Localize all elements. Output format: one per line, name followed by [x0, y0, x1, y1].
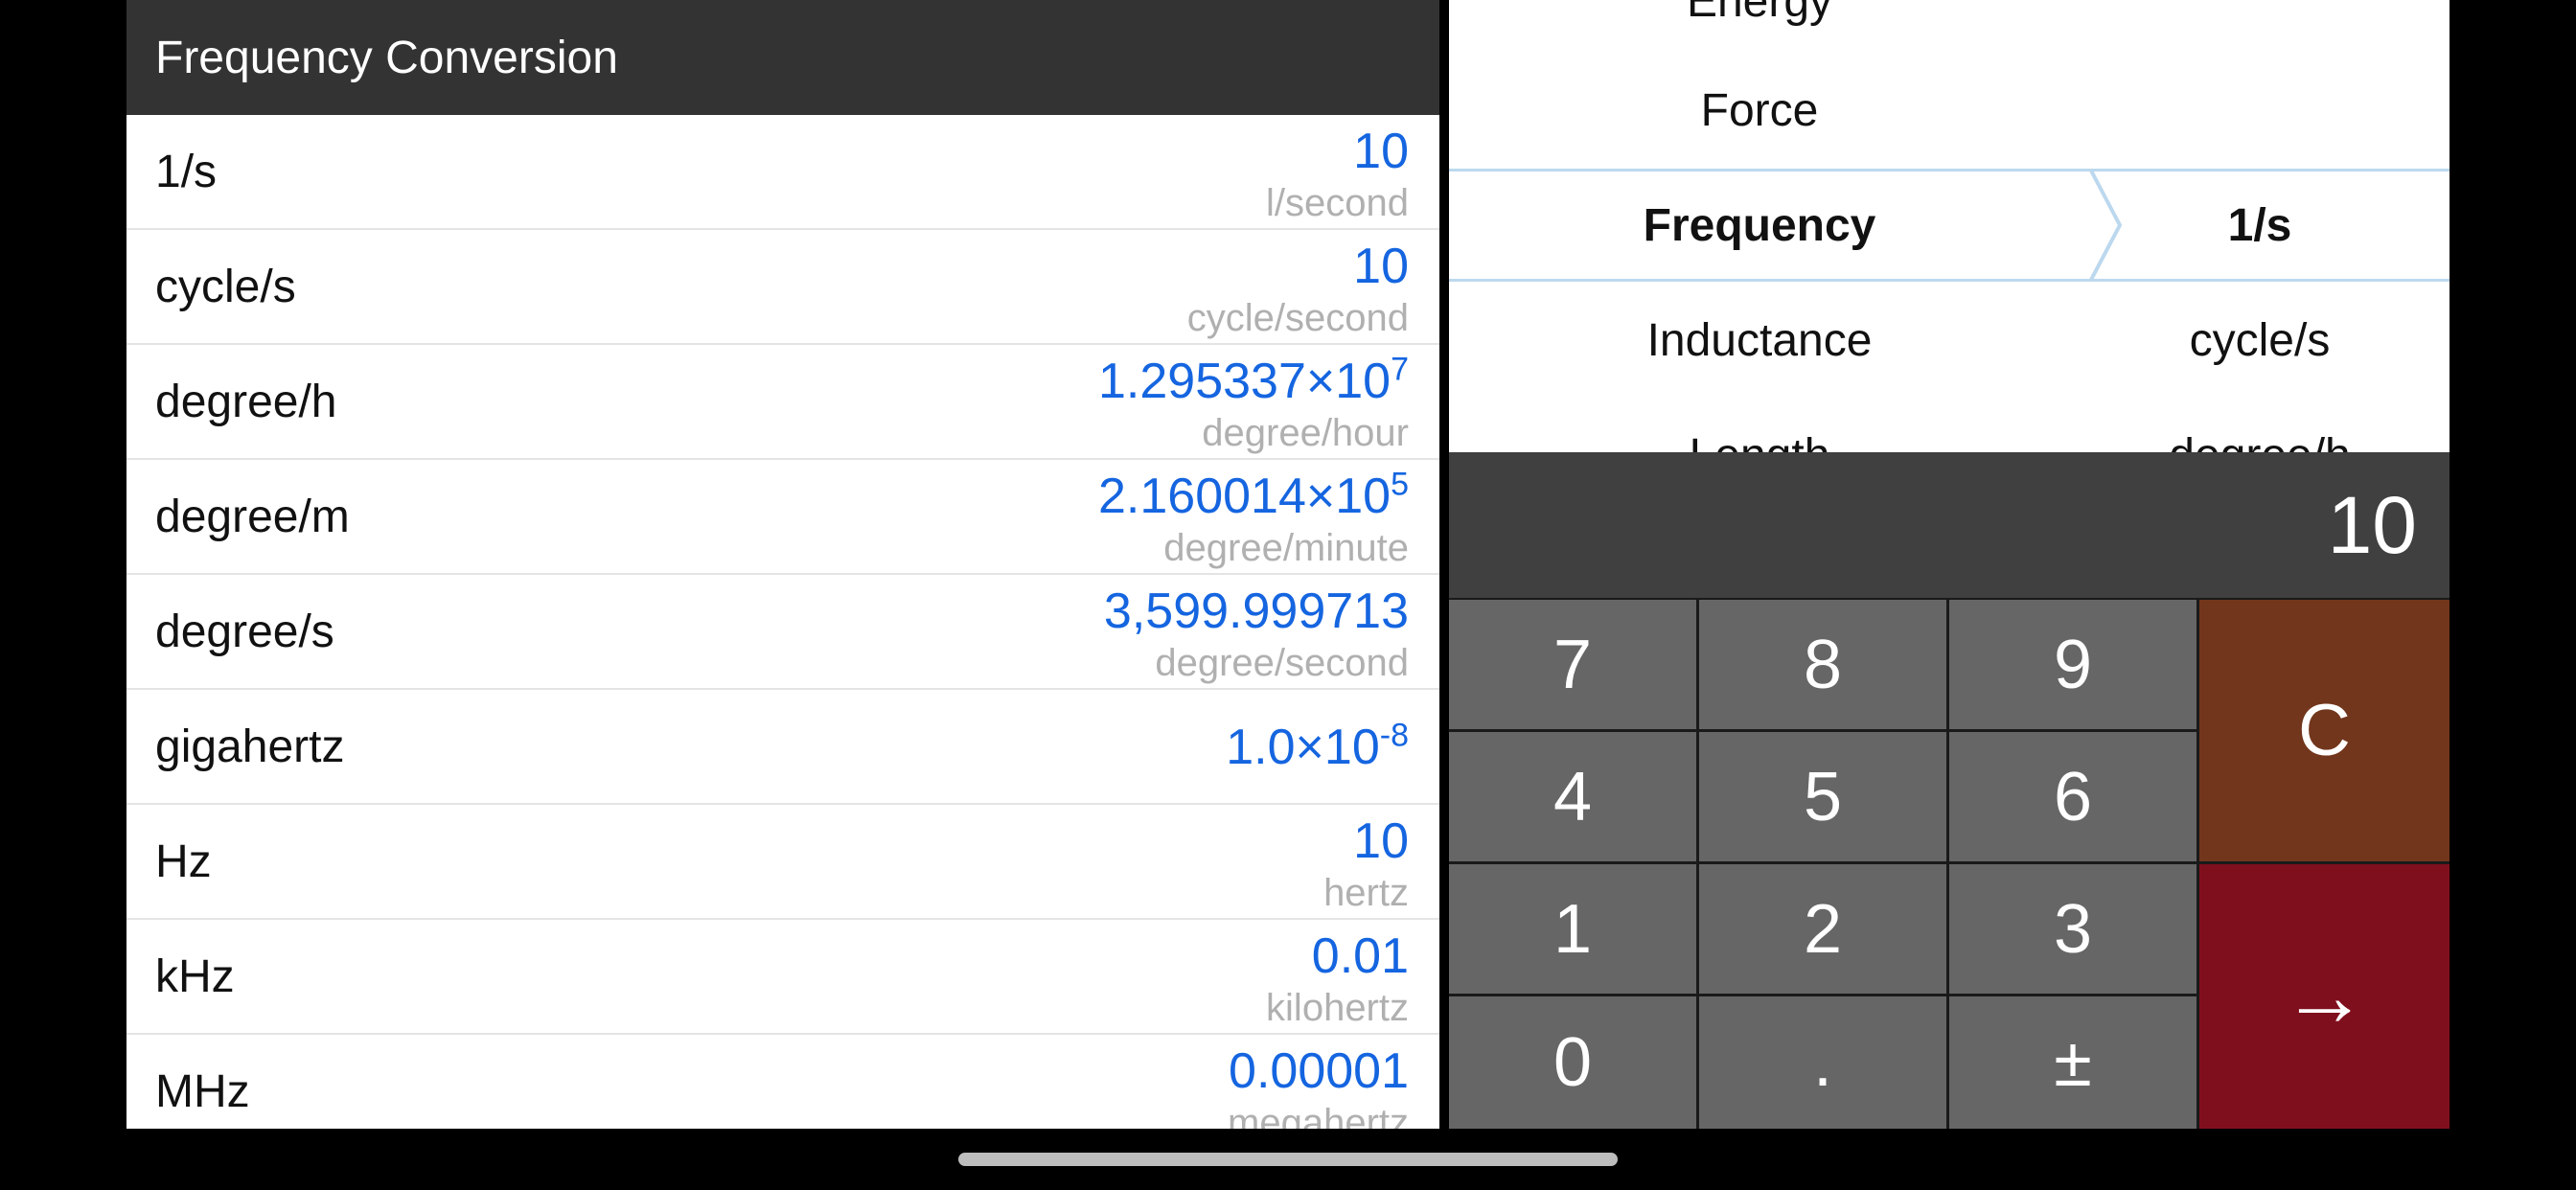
conversion-panel: Frequency Conversion 1/s 10 l/second cyc…	[126, 0, 1439, 1129]
unit-label: degree/h	[155, 377, 337, 427]
result-row-mhz[interactable]: MHz 0.00001 megahertz	[126, 1035, 1439, 1129]
picker-category-frequency[interactable]: Frequency	[1449, 199, 2070, 252]
picker-unit-cycle-per-s[interactable]: cycle/s	[2070, 314, 2450, 367]
key-8[interactable]: 8	[1699, 600, 1946, 729]
result-row-degree-per-m[interactable]: degree/m 2.160014×105 degree/minute	[126, 460, 1439, 575]
key-6[interactable]: 6	[1949, 732, 2196, 861]
picker-category-force[interactable]: Force	[1449, 84, 2070, 137]
picker-category-length[interactable]: Length	[1449, 429, 2070, 452]
page-title: Frequency Conversion	[155, 32, 618, 83]
result-row-khz[interactable]: kHz 0.01 kilohertz	[126, 920, 1439, 1035]
unit-label: degree/m	[155, 492, 350, 542]
unit-label: degree/s	[155, 606, 334, 657]
unit-label: kHz	[155, 951, 235, 1002]
result-mantissa: 2.160014×10	[1097, 469, 1392, 524]
unit-label: gigahertz	[155, 721, 345, 772]
picker-unit-degree-per-h[interactable]: degree/h	[2070, 429, 2450, 452]
unit-full-name: l/second	[1266, 182, 1409, 224]
unit-full-name: degree/hour	[1202, 412, 1409, 454]
unit-label: MHz	[155, 1066, 250, 1117]
result-exponent: -8	[1379, 717, 1409, 754]
result-mantissa: 1.295337×10	[1097, 354, 1392, 409]
unit-full-name: hertz	[1323, 872, 1409, 914]
result-row-gigahertz[interactable]: gigahertz 1.0×10-8	[126, 690, 1439, 805]
input-display: 10	[1449, 452, 2450, 598]
unit-full-name: degree/minute	[1163, 527, 1409, 569]
unit-full-name: kilohertz	[1266, 987, 1409, 1029]
key-1[interactable]: 1	[1449, 864, 1696, 994]
result-value: 1.295337×107	[1098, 353, 1409, 410]
unit-label: 1/s	[155, 147, 218, 197]
unit-label: Hz	[155, 836, 212, 887]
result-value: 0.01	[1311, 928, 1409, 984]
keypad: 7 8 9 C 4 5 6 1 2 3 → 0 . ±	[1449, 598, 2450, 1129]
result-value: 3,599.999713	[1103, 584, 1409, 639]
result-value: 1.0×10-8	[1226, 690, 1409, 805]
result-exponent: 7	[1391, 351, 1409, 388]
result-value: 10	[1353, 239, 1409, 294]
result-value: 10	[1353, 124, 1409, 179]
result-exponent: 5	[1391, 466, 1409, 503]
input-value: 10	[2327, 480, 2417, 570]
unit-picker[interactable]: Energy Force Frequency Inductance Length…	[1449, 0, 2450, 452]
result-row-hz[interactable]: Hz 10 hertz	[126, 805, 1439, 920]
result-value: 0.00001	[1229, 1043, 1409, 1099]
key-decimal[interactable]: .	[1699, 996, 1946, 1129]
key-5[interactable]: 5	[1699, 732, 1946, 861]
convert-arrow-button[interactable]: →	[2199, 864, 2450, 1129]
result-row-cycle-per-s[interactable]: cycle/s 10 cycle/second	[126, 230, 1439, 345]
result-row-degree-per-h[interactable]: degree/h 1.295337×107 degree/hour	[126, 345, 1439, 460]
clear-button[interactable]: C	[2199, 600, 2450, 861]
key-7[interactable]: 7	[1449, 600, 1696, 729]
result-row-degree-per-s[interactable]: degree/s 3,599.999713 degree/second	[126, 575, 1439, 690]
result-value: 10	[1353, 813, 1409, 869]
key-3[interactable]: 3	[1949, 864, 2196, 994]
unit-full-name: degree/second	[1155, 642, 1409, 684]
result-row-1-per-s[interactable]: 1/s 10 l/second	[126, 115, 1439, 230]
home-indicator[interactable]	[958, 1153, 1618, 1166]
result-value: 2.160014×105	[1098, 468, 1409, 525]
key-2[interactable]: 2	[1699, 864, 1946, 994]
picker-category-inductance[interactable]: Inductance	[1449, 314, 2070, 367]
picker-unit-1-per-s[interactable]: 1/s	[2070, 199, 2450, 252]
conversion-header: Frequency Conversion	[126, 0, 1439, 115]
picker-category-energy[interactable]: Energy	[1449, 0, 2070, 28]
input-panel: Energy Force Frequency Inductance Length…	[1449, 0, 2450, 1129]
key-plus-minus[interactable]: ±	[1949, 996, 2196, 1129]
key-4[interactable]: 4	[1449, 732, 1696, 861]
unit-full-name: megahertz	[1228, 1102, 1409, 1129]
key-9[interactable]: 9	[1949, 600, 2196, 729]
unit-full-name: cycle/second	[1186, 297, 1409, 339]
unit-label: cycle/s	[155, 262, 296, 312]
key-0[interactable]: 0	[1449, 996, 1696, 1129]
result-mantissa: 1.0×10	[1226, 720, 1380, 775]
